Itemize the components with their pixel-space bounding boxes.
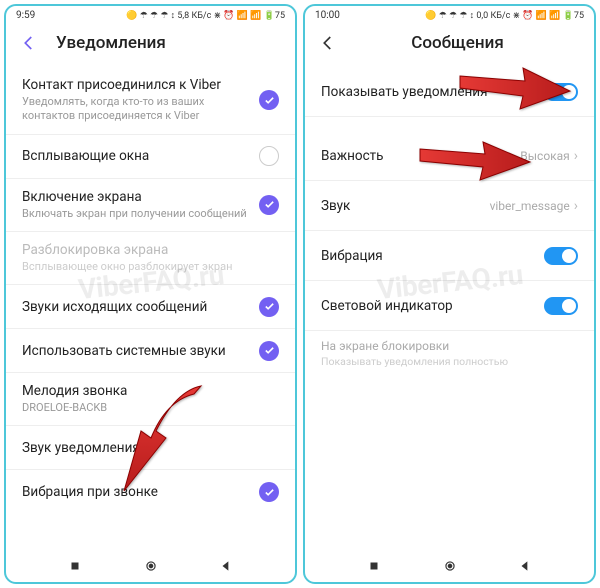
row-label: Использовать системные звуки	[22, 343, 259, 359]
row-unlock: Разблокировка экрана Всплывающее окно ра…	[6, 232, 295, 285]
nav-bar	[305, 548, 594, 582]
page-title: Сообщения	[335, 33, 580, 53]
row-label: Включение экрана	[22, 189, 259, 205]
row-lockscreen[interactable]: На экране блокировки Показывать уведомле…	[305, 331, 594, 376]
checkmark-icon[interactable]	[259, 341, 279, 361]
nav-back-icon[interactable]	[518, 558, 532, 572]
row-sub: Показывать уведомления полностью	[321, 355, 578, 368]
row-vibration[interactable]: Вибрация	[305, 231, 594, 281]
row-contact-joined[interactable]: Контакт присоединился к Viber Уведомлять…	[6, 67, 295, 135]
row-label: Показывать уведомления	[321, 84, 544, 100]
phone-left: 9:59 🟡 ☂ ☂ ☂ ↕ 5,8 КБ/с ⋇ ⏰ 📶 📶 🔋75 Увед…	[4, 4, 297, 584]
toggle-switch[interactable]	[544, 297, 578, 315]
row-ringtone[interactable]: Мелодия звонка DROELOE-BACKB	[6, 373, 295, 426]
phone-right: 10:00 🟡 ☂ ☂ ☂ ↕ 0,0 КБ/с ⋇ ⏰ 📶 📶 🔋75 Соо…	[303, 4, 596, 584]
row-label: Контакт присоединился к Viber	[22, 77, 259, 93]
nav-home-icon[interactable]	[443, 558, 457, 572]
status-bar: 9:59 🟡 ☂ ☂ ☂ ↕ 5,8 КБ/с ⋇ ⏰ 📶 📶 🔋75	[6, 6, 295, 23]
checkmark-icon[interactable]	[259, 482, 279, 502]
row-label: Разблокировка экрана	[22, 242, 279, 258]
row-label: Световой индикатор	[321, 298, 544, 314]
checkmark-icon[interactable]	[259, 195, 279, 215]
unchecked-icon[interactable]	[259, 146, 279, 166]
toggle-switch[interactable]	[544, 247, 578, 265]
status-icons: 🟡 ☂ ☂ ☂ ↕ 0,0 КБ/с ⋇ ⏰ 📶 📶 🔋75	[425, 10, 584, 21]
row-value: Высокая	[520, 149, 570, 163]
header: Уведомления	[6, 23, 295, 67]
page-title: Уведомления	[56, 33, 166, 53]
row-sub: Всплывающее окно разблокирует экран	[22, 260, 279, 274]
row-notification-sound[interactable]: Звук уведомления	[6, 426, 295, 470]
toggle-switch[interactable]	[544, 83, 578, 101]
row-show-notifications[interactable]: Показывать уведомления	[305, 67, 594, 117]
row-popup[interactable]: Всплывающие окна	[6, 135, 295, 179]
row-sound[interactable]: Звук viber_message ›	[305, 181, 594, 231]
row-sub: DROELOE-BACKB	[22, 401, 279, 415]
status-bar: 10:00 🟡 ☂ ☂ ☂ ↕ 0,0 КБ/с ⋇ ⏰ 📶 📶 🔋75	[305, 6, 594, 23]
nav-recent-icon[interactable]	[68, 558, 82, 572]
row-sub: Включать экран при получении сообщений	[22, 207, 259, 221]
row-label: Вибрация	[321, 248, 544, 264]
checkmark-icon[interactable]	[259, 297, 279, 317]
nav-bar	[6, 548, 295, 582]
row-screen-on[interactable]: Включение экрана Включать экран при полу…	[6, 179, 295, 232]
row-label: Звук уведомления	[22, 440, 279, 456]
header: Сообщения	[305, 23, 594, 67]
checkmark-icon[interactable]	[259, 90, 279, 110]
status-time: 9:59	[16, 10, 35, 21]
row-label: Важность	[321, 148, 520, 164]
status-time: 10:00	[315, 10, 340, 21]
row-label: На экране блокировки	[321, 339, 578, 353]
settings-list: Показывать уведомления Важность Высокая …	[305, 67, 594, 548]
row-sub: Уведомлять, когда кто-то из ваших контак…	[22, 95, 259, 124]
row-label: Вибрация при звонке	[22, 484, 259, 500]
chevron-right-icon: ›	[574, 198, 578, 214]
row-importance[interactable]: Важность Высокая ›	[305, 131, 594, 181]
row-label: Звук	[321, 198, 490, 214]
row-light-indicator[interactable]: Световой индикатор	[305, 281, 594, 331]
settings-list: Контакт присоединился к Viber Уведомлять…	[6, 67, 295, 548]
row-label: Звуки исходящих сообщений	[22, 299, 259, 315]
status-icons: 🟡 ☂ ☂ ☂ ↕ 5,8 КБ/с ⋇ ⏰ 📶 📶 🔋75	[126, 10, 285, 21]
nav-home-icon[interactable]	[144, 558, 158, 572]
row-outgoing-sounds[interactable]: Звуки исходящих сообщений	[6, 285, 295, 329]
nav-back-icon[interactable]	[219, 558, 233, 572]
row-value: viber_message	[490, 199, 570, 213]
row-vibrate-call[interactable]: Вибрация при звонке	[6, 470, 295, 514]
nav-recent-icon[interactable]	[367, 558, 381, 572]
chevron-right-icon: ›	[574, 148, 578, 164]
back-icon[interactable]	[20, 34, 38, 52]
row-system-sounds[interactable]: Использовать системные звуки	[6, 329, 295, 373]
row-label: Всплывающие окна	[22, 148, 259, 164]
row-label: Мелодия звонка	[22, 383, 279, 399]
